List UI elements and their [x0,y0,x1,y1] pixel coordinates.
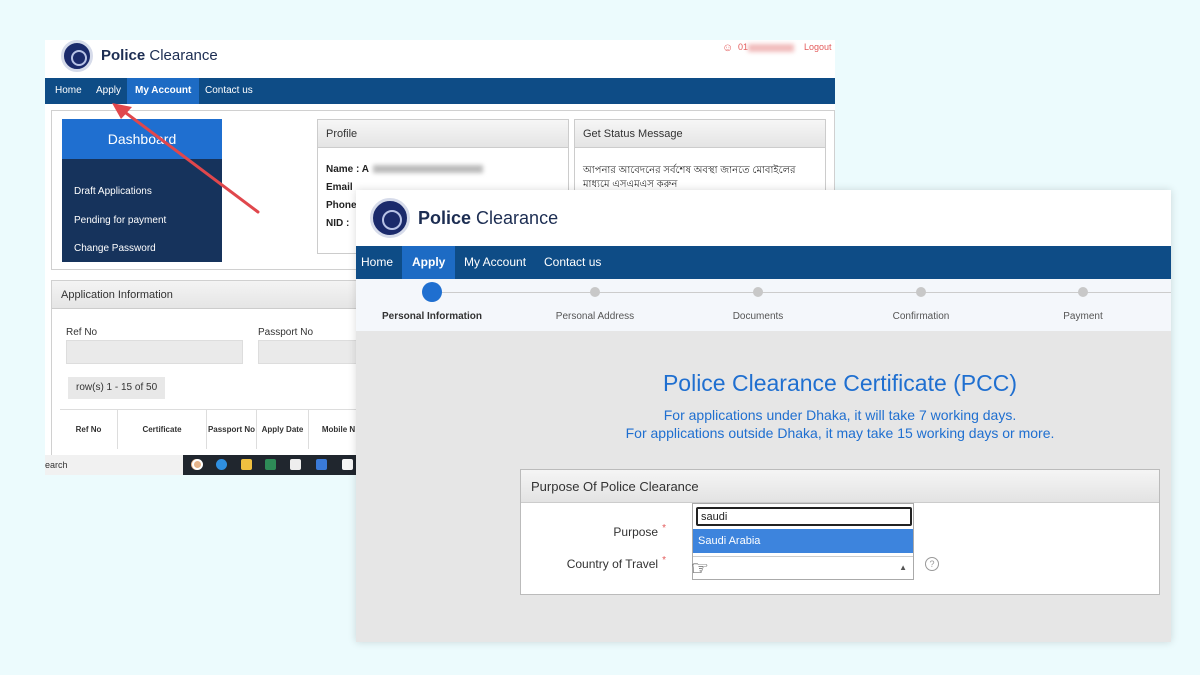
menu-pending-payment[interactable]: Pending for payment [74,215,166,226]
nav-contact-us[interactable]: Contact us [544,246,601,279]
profile-name: Name : A [326,164,483,175]
profile-email: Email [326,182,353,193]
page-title: Police Clearance Certificate (PCC) [662,370,1018,396]
subtitle-outside-dhaka: For applications outside Dhaka, it may t… [625,425,1055,441]
step-dot-payment [1078,287,1088,297]
purpose-section: Purpose Of Police Clearance Purpose * Cou… [520,469,1160,595]
steps-line [432,292,1171,293]
step-label-personal-address: Personal Address [555,311,635,322]
apply-window: Police Clearance Home Apply My Account C… [356,190,1171,642]
taskbar-search[interactable]: earch [45,455,183,475]
profile-phone: Phone [326,200,357,211]
country-dropdown: Saudi Arabia ▲ [692,503,914,580]
profile-title: Profile [318,120,568,148]
purpose-label-text: Purpose [613,525,659,539]
ref-no-input[interactable] [66,340,243,364]
nav-my-account[interactable]: My Account [127,78,200,104]
user-phone-prefix: 01 [738,42,749,52]
redacted-phone [748,43,795,52]
step-label-payment: Payment [1063,311,1103,322]
row-count: row(s) 1 - 15 of 50 [68,377,166,399]
profile-nid: NID : [326,218,350,229]
main-nav: Home Apply My Account Contact us [356,246,1171,279]
main-nav: Home Apply My Account Contact us [45,78,835,104]
taskbar-notes-icon[interactable] [342,459,353,470]
step-dot-documents [753,287,763,297]
nav-home[interactable]: Home [361,246,393,279]
police-logo-icon [61,40,93,72]
profile-name-label: Name : A [326,164,369,175]
col-certificate: Certificate [118,409,207,449]
hand-cursor-icon: ☞ [691,558,709,580]
status-message: আপনার আবেদনের সর্বশেষ অবস্থা জানতে মোবাই… [583,165,796,190]
step-dot-confirmation [916,287,926,297]
step-dot-personal-information [422,282,442,302]
country-label-text: Country of Travel [566,557,659,571]
purpose-section-title: Purpose Of Police Clearance [521,470,1159,503]
step-label-confirmation: Confirmation [892,311,950,322]
menu-draft-applications[interactable]: Draft Applications [74,186,152,197]
purpose-label: Purpose * [516,523,666,539]
col-apply-date: Apply Date [257,409,309,449]
taskbar-explorer-icon[interactable] [241,459,252,470]
required-marker: * [662,523,666,534]
ref-no-label: Ref No [66,327,98,338]
nav-home[interactable]: Home [55,78,82,104]
brand-rest: Clearance [471,208,559,228]
dashboard-title[interactable]: Dashboard [62,119,222,159]
user-icon: ☺ [722,42,734,54]
menu-change-password[interactable]: Change Password [74,243,156,254]
step-dot-personal-address [590,287,600,297]
nav-my-account[interactable]: My Account [464,246,526,279]
taskbar-edge-icon[interactable] [216,459,227,470]
caret-up-icon: ▲ [899,563,907,572]
help-icon[interactable]: ? [925,557,939,571]
col-passport-no: Passport No [207,409,257,449]
taskbar-calendar-icon[interactable] [290,459,301,470]
logout-link[interactable]: Logout [804,42,832,52]
country-select[interactable]: ▲ [693,556,913,580]
required-marker: * [662,555,666,566]
subtitle-dhaka: For applications under Dhaka, it will ta… [663,407,1017,423]
brand-bold: Police [418,208,472,228]
nav-apply[interactable]: Apply [402,246,456,279]
user-phone: 01 [738,42,795,52]
taskbar-store-icon[interactable] [316,459,327,470]
redacted-name [372,165,483,174]
taskbar-start-icon[interactable] [192,459,203,470]
passport-no-input[interactable] [258,340,368,364]
nav-contact-us[interactable]: Contact us [205,78,253,104]
step-label-documents: Documents [732,311,784,322]
taskbar-app-icon[interactable] [265,459,276,470]
site-brand[interactable]: Police Clearance [101,47,218,64]
site-brand[interactable]: Police Clearance [418,208,558,229]
option-saudi-arabia[interactable]: Saudi Arabia [693,529,913,553]
police-logo-icon [370,198,410,238]
brand-bold: Police [101,47,146,64]
step-label-personal-information: Personal Information [381,311,483,322]
nav-apply[interactable]: Apply [96,78,121,104]
col-ref-no: Ref No [60,409,118,449]
passport-no-label: Passport No [258,327,314,338]
country-search-input[interactable] [696,507,912,526]
progress-steps [356,279,1171,331]
brand-rest: Clearance [145,47,218,64]
status-title: Get Status Message [575,120,825,148]
header: Police Clearance [356,190,1171,246]
country-label: Country of Travel * [516,555,666,571]
dashboard-menu: Dashboard Draft Applications Pending for… [62,119,222,262]
